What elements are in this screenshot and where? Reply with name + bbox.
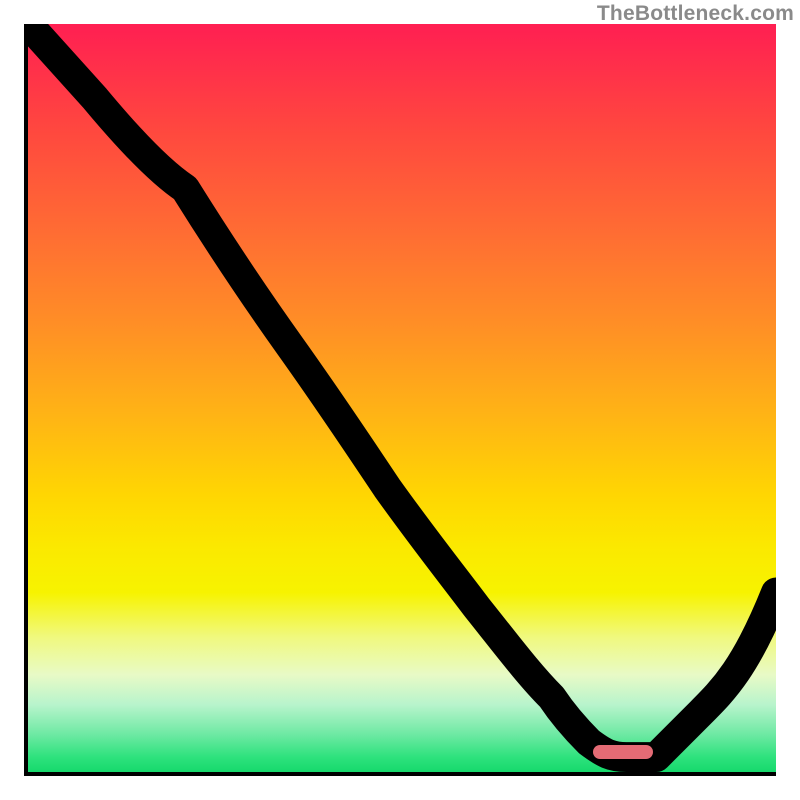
curve-path: [28, 24, 776, 757]
plot-area: [24, 24, 776, 776]
watermark-text: TheBottleneck.com: [597, 2, 794, 26]
optimal-range-marker: [593, 745, 653, 759]
chart-wrapper: TheBottleneck.com: [0, 0, 800, 800]
bottleneck-curve: [28, 24, 776, 772]
